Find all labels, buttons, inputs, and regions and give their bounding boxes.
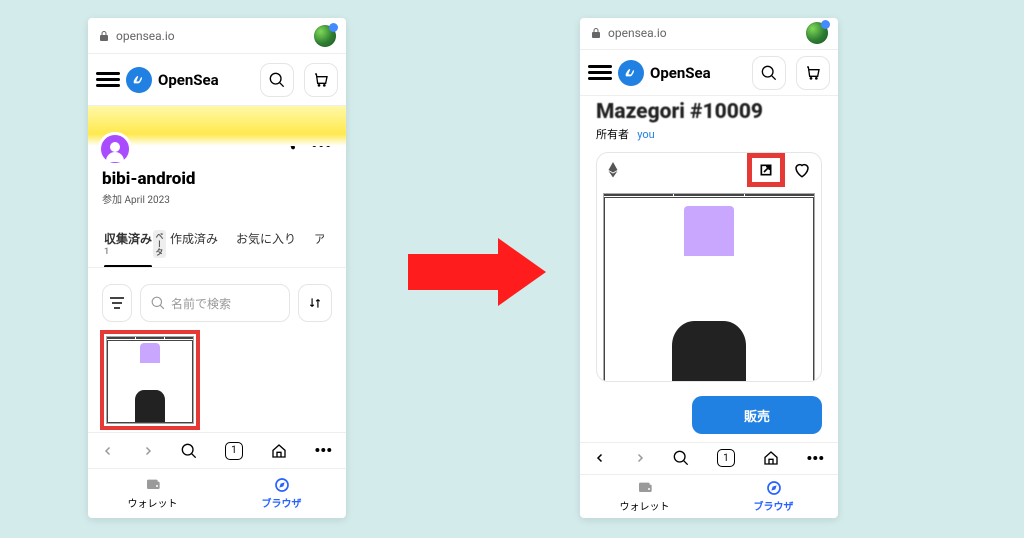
profile-tabs: 収集済み ベータ 1 作成済み お気に入り アイ — [88, 216, 346, 268]
menu-button[interactable] — [588, 62, 612, 83]
browser-search-icon[interactable] — [181, 443, 197, 459]
bottom-tab-browser[interactable]: ブラウザ — [217, 469, 346, 518]
bottom-nav: ウォレット ブラウザ — [580, 474, 838, 518]
profile-username: bibi-android — [102, 169, 332, 189]
search-input[interactable]: 名前で検索 — [140, 284, 290, 322]
brand-logo[interactable]: OpenSea — [618, 60, 711, 86]
profile-section: ••• bibi-android 参加 April 2023 — [88, 106, 346, 216]
bottom-nav: ウォレット ブラウザ — [88, 468, 346, 518]
owner-label: 所有者 — [596, 128, 629, 141]
favorite-icon[interactable] — [793, 161, 811, 179]
phone-left: opensea.io OpenSea ••• bibi-android — [88, 18, 346, 518]
item-title: Mazegori #10009 — [596, 100, 822, 124]
opensea-logo-icon — [126, 67, 152, 93]
owner-row: 所有者 you — [580, 124, 838, 152]
nft-thumbnail-highlight[interactable] — [100, 330, 200, 430]
brand-logo[interactable]: OpenSea — [126, 67, 219, 93]
lock-icon — [590, 27, 602, 39]
wallet-avatar-icon[interactable] — [314, 25, 336, 47]
opensea-logo-icon — [618, 60, 644, 86]
home-icon[interactable] — [763, 450, 779, 466]
tabs-count-icon[interactable]: 1 — [717, 449, 735, 467]
cart-button[interactable] — [796, 56, 830, 90]
item-card-header — [597, 153, 821, 187]
browser-search-icon[interactable] — [673, 450, 689, 466]
address-bar[interactable]: opensea.io — [88, 18, 346, 54]
browser-toolbar: 1 ••• — [88, 432, 346, 468]
address-bar[interactable]: opensea.io — [580, 18, 838, 50]
browser-more-icon[interactable]: ••• — [806, 449, 824, 468]
tabs-count-icon[interactable]: 1 — [225, 442, 243, 460]
menu-button[interactable] — [96, 69, 120, 90]
home-icon[interactable] — [271, 443, 287, 459]
back-icon[interactable] — [102, 445, 114, 457]
item-card — [596, 152, 822, 382]
url-text: opensea.io — [608, 26, 667, 40]
nft-image — [106, 336, 194, 424]
tab-collected[interactable]: 収集済み ベータ 1 — [104, 230, 152, 267]
beta-pill: ベータ — [153, 230, 166, 258]
back-icon[interactable] — [594, 452, 606, 464]
open-original-highlight[interactable] — [747, 153, 785, 187]
tab-favorites[interactable]: お気に入り — [236, 230, 296, 267]
browser-toolbar: 1 ••• — [580, 442, 838, 474]
forward-icon[interactable] — [142, 445, 154, 457]
phone-right: opensea.io OpenSea Mazegori #10009 所有者 y… — [580, 18, 838, 518]
bottom-tab-wallet[interactable]: ウォレット — [88, 469, 217, 518]
owner-link[interactable]: you — [637, 128, 654, 141]
search-button[interactable] — [260, 63, 294, 97]
brand-name: OpenSea — [158, 71, 219, 89]
wallet-avatar-icon[interactable] — [806, 22, 828, 44]
search-placeholder: 名前で検索 — [171, 295, 231, 312]
sell-button[interactable]: 販売 — [692, 396, 822, 433]
search-button[interactable] — [752, 56, 786, 90]
filter-button[interactable] — [102, 284, 132, 322]
arrow-right-icon — [408, 238, 546, 306]
lock-icon — [98, 30, 110, 42]
app-header: OpenSea — [88, 54, 346, 106]
bottom-tab-browser[interactable]: ブラウザ — [709, 475, 838, 518]
item-image[interactable] — [597, 187, 821, 382]
brand-name: OpenSea — [650, 64, 711, 82]
profile-avatar[interactable] — [98, 132, 132, 166]
tab-activity[interactable]: アイ — [314, 230, 324, 267]
filter-row: 名前で検索 — [88, 268, 346, 330]
browser-more-icon[interactable]: ••• — [314, 441, 332, 460]
item-header: Mazegori #10009 — [580, 96, 838, 124]
forward-icon[interactable] — [634, 452, 646, 464]
bottom-tab-wallet[interactable]: ウォレット — [580, 475, 709, 518]
url-text: opensea.io — [116, 29, 175, 43]
sort-button[interactable] — [298, 284, 332, 322]
tab-created[interactable]: 作成済み — [170, 230, 218, 267]
cart-button[interactable] — [304, 63, 338, 97]
joined-date: 参加 April 2023 — [102, 191, 332, 206]
app-header: OpenSea — [580, 50, 838, 96]
ethereum-icon[interactable] — [607, 162, 619, 178]
